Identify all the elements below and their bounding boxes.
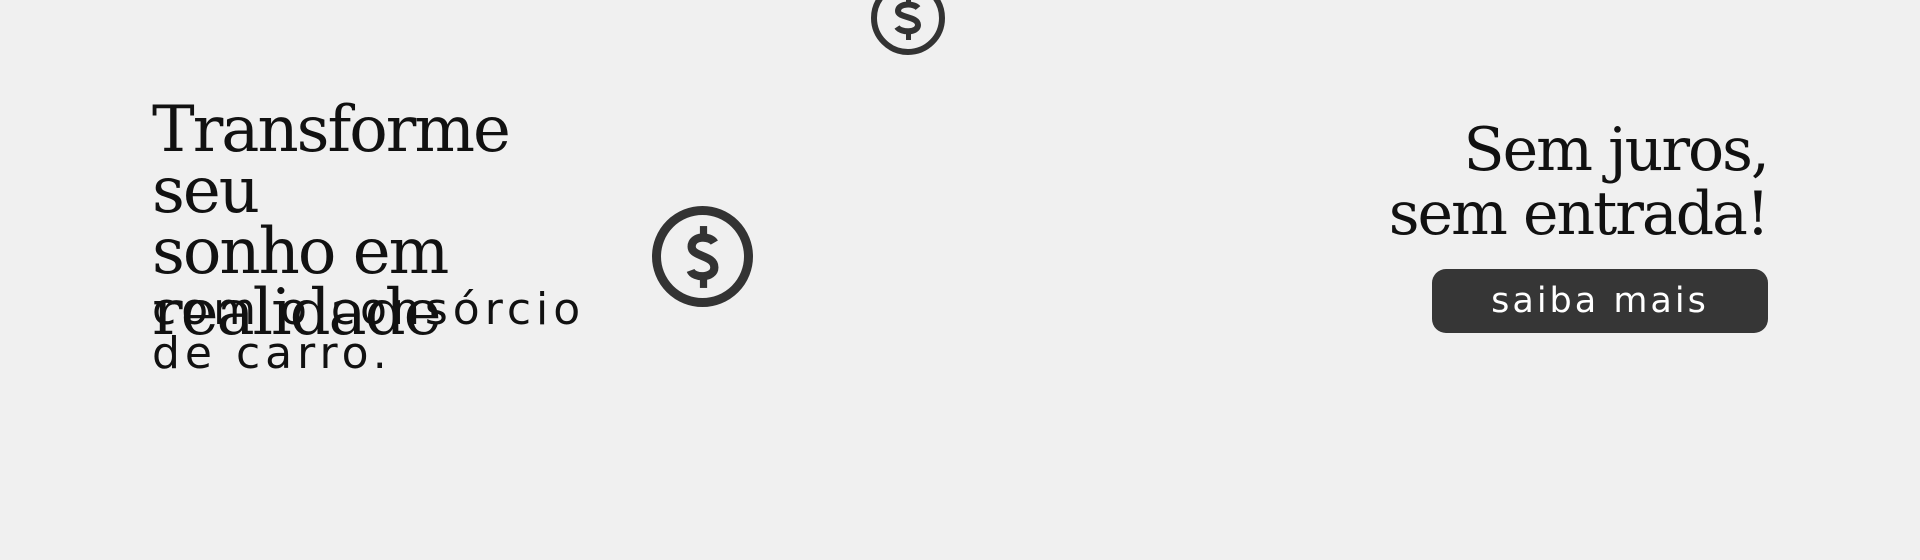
saiba-mais-button[interactable]: saiba mais — [1432, 269, 1768, 333]
hero-subtitle: com o consórcio de carro. — [152, 288, 612, 376]
dollar-sign-glyph — [894, 0, 921, 40]
promo-headline: Sem juros, sem entrada! — [1288, 115, 1770, 249]
dollar-coin-icon — [871, 0, 945, 55]
dollar-sign-glyph — [686, 225, 718, 288]
hero-subtitle-line-2: de carro. — [152, 328, 392, 379]
promo-line-2: sem entrada! — [1388, 179, 1770, 249]
dollar-coin-icon — [652, 206, 753, 307]
hero-title-line-1: Transforme seu — [152, 93, 511, 228]
promo-line-1: Sem juros, — [1463, 115, 1770, 185]
